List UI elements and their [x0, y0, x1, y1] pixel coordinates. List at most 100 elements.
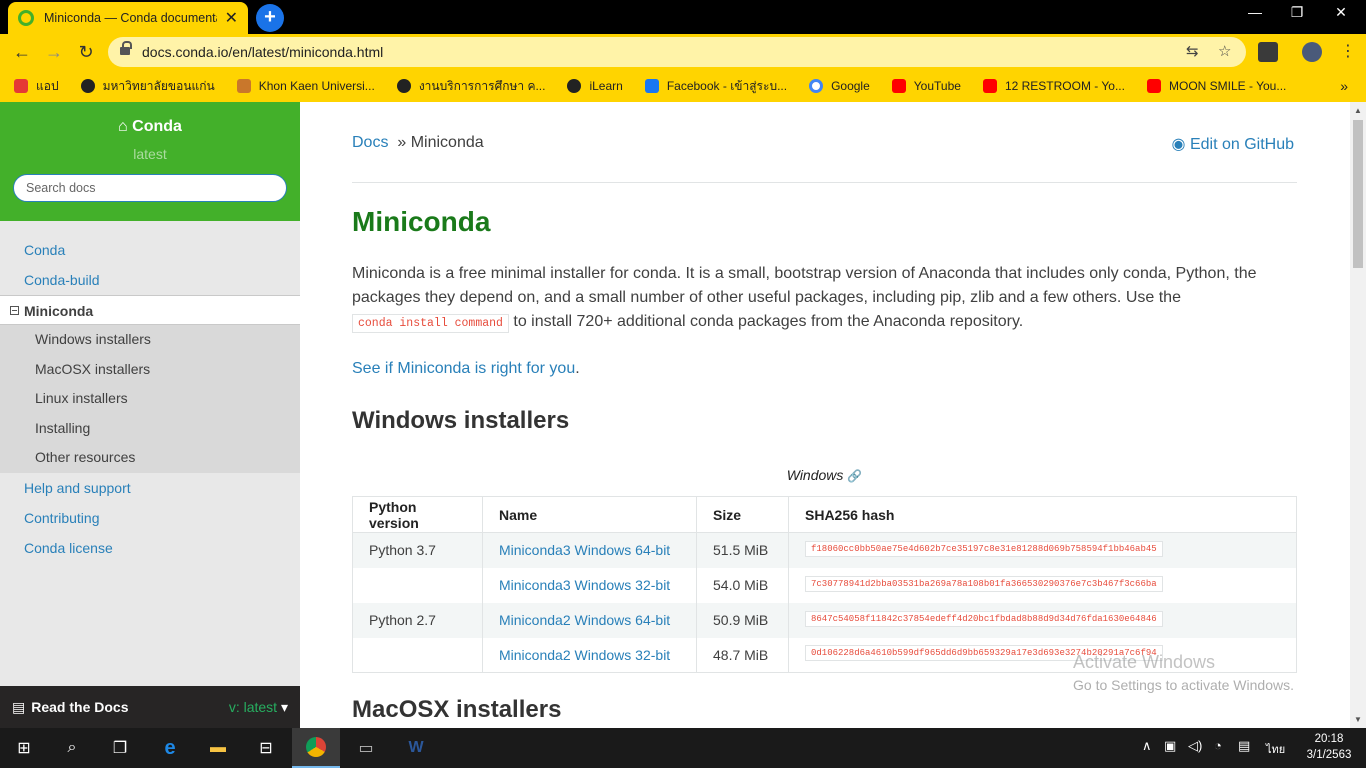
extension-icon[interactable]	[1258, 42, 1278, 62]
sha256-hash: f18060cc0bb50ae75e4d602b7ce35197c8e31e81…	[805, 540, 1163, 557]
forward-button[interactable]: →	[42, 40, 66, 64]
task-view-icon[interactable]: ❐	[96, 728, 144, 768]
file-explorer-icon[interactable]: ▬	[194, 728, 242, 768]
kku-icon	[396, 79, 411, 93]
installer-link[interactable]: Miniconda2 Windows 64-bit	[499, 612, 670, 628]
table-row: Miniconda3 Windows 32-bit 54.0 MiB 7c307…	[352, 567, 1297, 603]
bookmark-ilearn[interactable]: iLearn	[567, 79, 623, 93]
word-icon[interactable]: W	[392, 728, 440, 768]
bookmark-apps[interactable]: แอป	[14, 77, 59, 96]
table-row: Python 3.7 Miniconda3 Windows 64-bit 51.…	[352, 532, 1297, 568]
sidebar-item-macosx-installers[interactable]: MacOSX installers	[0, 355, 300, 385]
installer-link[interactable]: Miniconda3 Windows 32-bit	[499, 577, 670, 593]
edge-icon[interactable]: e	[146, 728, 194, 768]
collapse-toggle-icon[interactable]	[10, 306, 19, 315]
docs-sidebar: ⌂ Conda latest Search docs Conda Conda-b…	[0, 102, 300, 686]
divider	[352, 182, 1297, 183]
minimize-button[interactable]: —	[1232, 4, 1278, 20]
bookmark-kku[interactable]: มหาวิทยาลัยขอนแก่น	[80, 77, 215, 96]
see-if-right-link[interactable]: See if Miniconda is right for you	[352, 360, 575, 377]
sidebar-item-other-resources[interactable]: Other resources	[0, 443, 300, 473]
edit-on-github-link[interactable]: ◉ Edit on GitHub	[1172, 134, 1294, 154]
page-scrollbar[interactable]: ▲ ▼	[1350, 102, 1366, 728]
google-icon	[809, 79, 824, 93]
maximize-button[interactable]: ❐	[1274, 4, 1320, 21]
apps-grid-icon	[14, 79, 28, 93]
bookmark-google[interactable]: Google	[809, 79, 870, 93]
brand-link[interactable]: ⌂ Conda	[0, 118, 300, 136]
sidebar-item-license[interactable]: Conda license	[0, 533, 300, 563]
terminal-icon[interactable]: ▭	[342, 728, 390, 768]
notification-icon[interactable]: ▤	[1238, 738, 1250, 754]
browser-menu-icon[interactable]: ⋮	[1336, 40, 1360, 64]
docs-content: Docs » Miniconda ◉ Edit on GitHub Minico…	[300, 102, 1350, 728]
sidebar-item-contributing[interactable]: Contributing	[0, 503, 300, 533]
youtube-icon	[1146, 79, 1161, 93]
sidebar-item-installing[interactable]: Installing	[0, 414, 300, 444]
bookmark-youtube[interactable]: YouTube	[891, 79, 961, 93]
close-window-button[interactable]: ✕	[1318, 4, 1364, 21]
table-row: Python 2.7 Miniconda2 Windows 64-bit 50.…	[352, 602, 1297, 638]
hash-cell: f18060cc0bb50ae75e4d602b7ce35197c8e31e81…	[788, 532, 1297, 568]
search-icon[interactable]: ⌕	[48, 728, 96, 768]
bookmark-star-icon[interactable]: ☆	[1218, 42, 1231, 60]
network-icon[interactable]: ▣	[1164, 738, 1176, 754]
new-tab-button[interactable]: +	[256, 4, 284, 32]
bookmark-facebook[interactable]: Facebook - เข้าสู่ระบ...	[644, 77, 787, 96]
scroll-down-icon[interactable]: ▼	[1354, 715, 1362, 724]
bookmarks-more-icon[interactable]: »	[1340, 78, 1348, 94]
size-cell: 51.5 MiB	[696, 532, 789, 568]
permalink-icon[interactable]: 🔗	[847, 469, 862, 483]
see-if-link-line: See if Miniconda is right for you.	[352, 360, 580, 377]
tray-chevron-icon[interactable]: ∧	[1142, 738, 1152, 754]
sidebar-item-conda-build[interactable]: Conda-build	[0, 265, 300, 295]
size-cell: 50.9 MiB	[696, 602, 789, 638]
translate-icon[interactable]: ⇆	[1186, 42, 1199, 60]
sidebar-item-linux-installers[interactable]: Linux installers	[0, 384, 300, 414]
bookmark-moon-smile[interactable]: MOON SMILE - You...	[1146, 79, 1286, 93]
sidebar-header: ⌂ Conda latest Search docs	[0, 102, 300, 221]
hash-cell: 7c30778941d2bba03531ba269a78a108b01fa366…	[788, 567, 1297, 603]
sidebar-item-windows-installers[interactable]: Windows installers	[0, 325, 300, 355]
read-the-docs-badge[interactable]: ▤ Read the Docs v: latest ▾	[0, 686, 300, 728]
url-text[interactable]: docs.conda.io/en/latest/miniconda.html	[142, 44, 383, 60]
installer-link[interactable]: Miniconda2 Windows 32-bit	[499, 647, 670, 663]
back-button[interactable]: ←	[10, 40, 34, 64]
active-tab[interactable]: Miniconda — Conda documenta ✕	[8, 2, 248, 34]
scroll-up-icon[interactable]: ▲	[1354, 106, 1362, 115]
bookmark-12-restroom[interactable]: 12 RESTROOM - Yo...	[982, 79, 1125, 93]
scrollbar-thumb[interactable]	[1353, 120, 1363, 268]
system-clock[interactable]: 20:18 3/1/2563	[1296, 731, 1362, 763]
conda-favicon-icon	[18, 10, 34, 26]
col-python-version: Python version	[352, 496, 483, 533]
installer-name-cell: Miniconda2 Windows 32-bit	[482, 637, 697, 673]
profile-avatar-icon[interactable]	[1302, 42, 1322, 62]
facebook-icon	[644, 79, 659, 93]
reload-button[interactable]: ↻	[74, 40, 98, 64]
chrome-icon[interactable]	[292, 728, 340, 768]
start-windows-icon[interactable]: ⊞	[0, 728, 48, 768]
input-language[interactable]: ไทย	[1266, 740, 1285, 758]
sidebar-item-conda[interactable]: Conda	[0, 235, 300, 265]
tab-strip: Miniconda — Conda documenta ✕ + — ❐ ✕	[0, 0, 1366, 34]
address-bar[interactable]: docs.conda.io/en/latest/miniconda.html ⇆…	[108, 37, 1246, 67]
bookmarks-bar: แอป มหาวิทยาลัยขอนแก่น Khon Kaen Univers…	[0, 70, 1366, 102]
home-icon: ⌂	[118, 118, 133, 135]
activation-watermark-text: Go to Settings to activate Windows.	[1073, 677, 1294, 693]
wifi-icon[interactable]: ◔	[1214, 738, 1222, 753]
bookmark-education-service[interactable]: งานบริการการศึกษา ค...	[396, 77, 545, 96]
sidebar-item-miniconda[interactable]: Miniconda	[0, 295, 300, 325]
col-size: Size	[696, 496, 789, 533]
version-selector[interactable]: v: latest ▾	[229, 699, 288, 716]
store-icon[interactable]: ⊟	[242, 728, 290, 768]
search-docs-input[interactable]: Search docs	[13, 174, 287, 202]
bookmark-kku-en[interactable]: Khon Kaen Universi...	[236, 79, 375, 93]
sidebar-item-help[interactable]: Help and support	[0, 473, 300, 503]
volume-icon[interactable]: ◁)	[1188, 738, 1202, 754]
sidebar-nav: Conda Conda-build Miniconda Windows inst…	[0, 221, 300, 563]
intro-paragraph: Miniconda is a free minimal installer fo…	[352, 262, 1297, 336]
hash-cell: 0d106228d6a4610b599df965dd6d9bb659329a17…	[788, 637, 1297, 673]
tab-close-icon[interactable]: ✕	[225, 8, 238, 28]
installer-link[interactable]: Miniconda3 Windows 64-bit	[499, 542, 670, 558]
breadcrumb-docs-link[interactable]: Docs	[352, 134, 388, 151]
